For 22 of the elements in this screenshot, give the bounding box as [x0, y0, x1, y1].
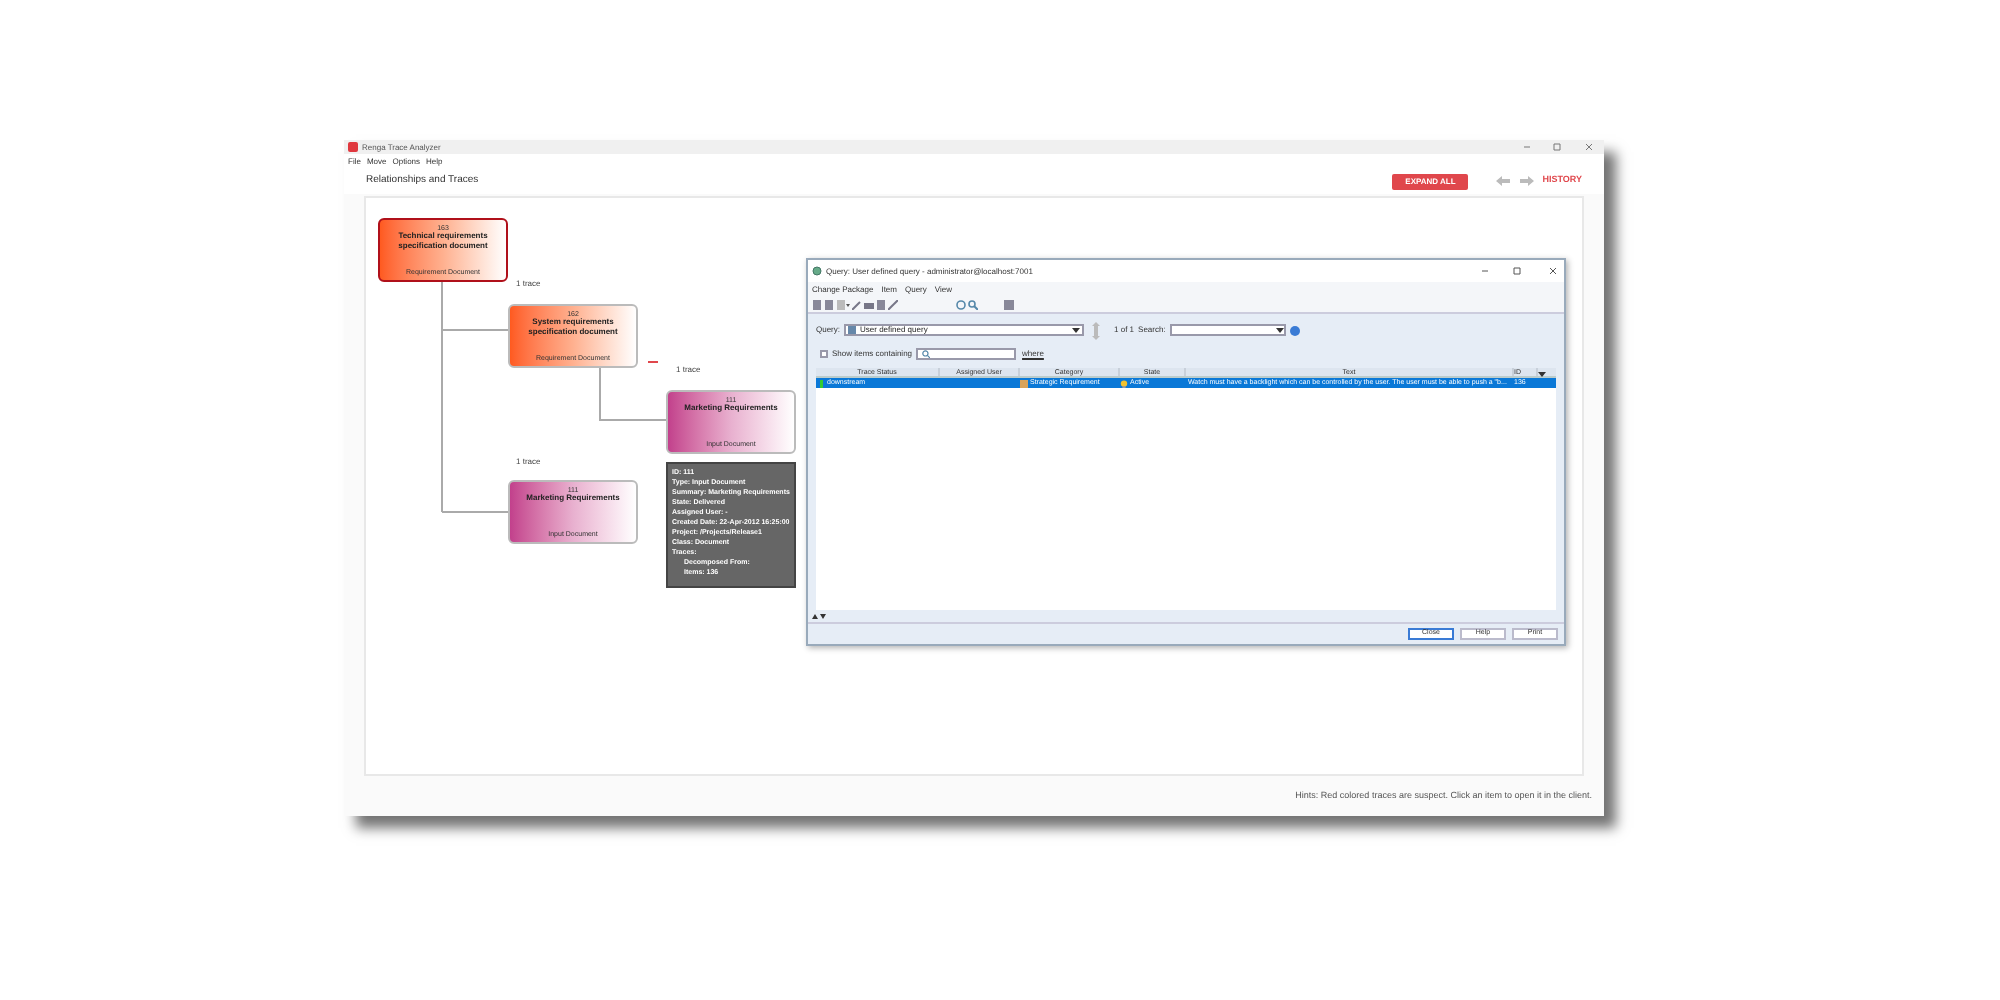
connector-line [599, 367, 667, 421]
search-dropdown[interactable] [1169, 324, 1286, 336]
back-arrow-icon[interactable] [1496, 176, 1511, 186]
caret-icon [1072, 326, 1081, 334]
filter-field[interactable] [916, 347, 1017, 359]
pencil-icon[interactable] [888, 299, 898, 309]
bulb-icon [1120, 379, 1128, 387]
window-controls-icon[interactable] [1480, 266, 1560, 276]
suspect-mark [647, 361, 659, 363]
document-icon[interactable] [876, 299, 886, 309]
caret-icon [1275, 326, 1284, 334]
up-down-arrow-icon[interactable] [1092, 321, 1101, 339]
app-logo-icon [348, 142, 358, 152]
forward-arrow-icon[interactable] [1520, 176, 1535, 186]
search-icon[interactable] [968, 299, 978, 309]
pencil-icon[interactable] [852, 299, 862, 309]
document-icon[interactable] [836, 299, 850, 309]
checkbox[interactable] [820, 349, 828, 357]
search-icon [922, 349, 931, 357]
document-icon [1020, 379, 1028, 387]
sort-arrows-icon[interactable] [812, 612, 826, 620]
gear-icon [812, 266, 822, 276]
